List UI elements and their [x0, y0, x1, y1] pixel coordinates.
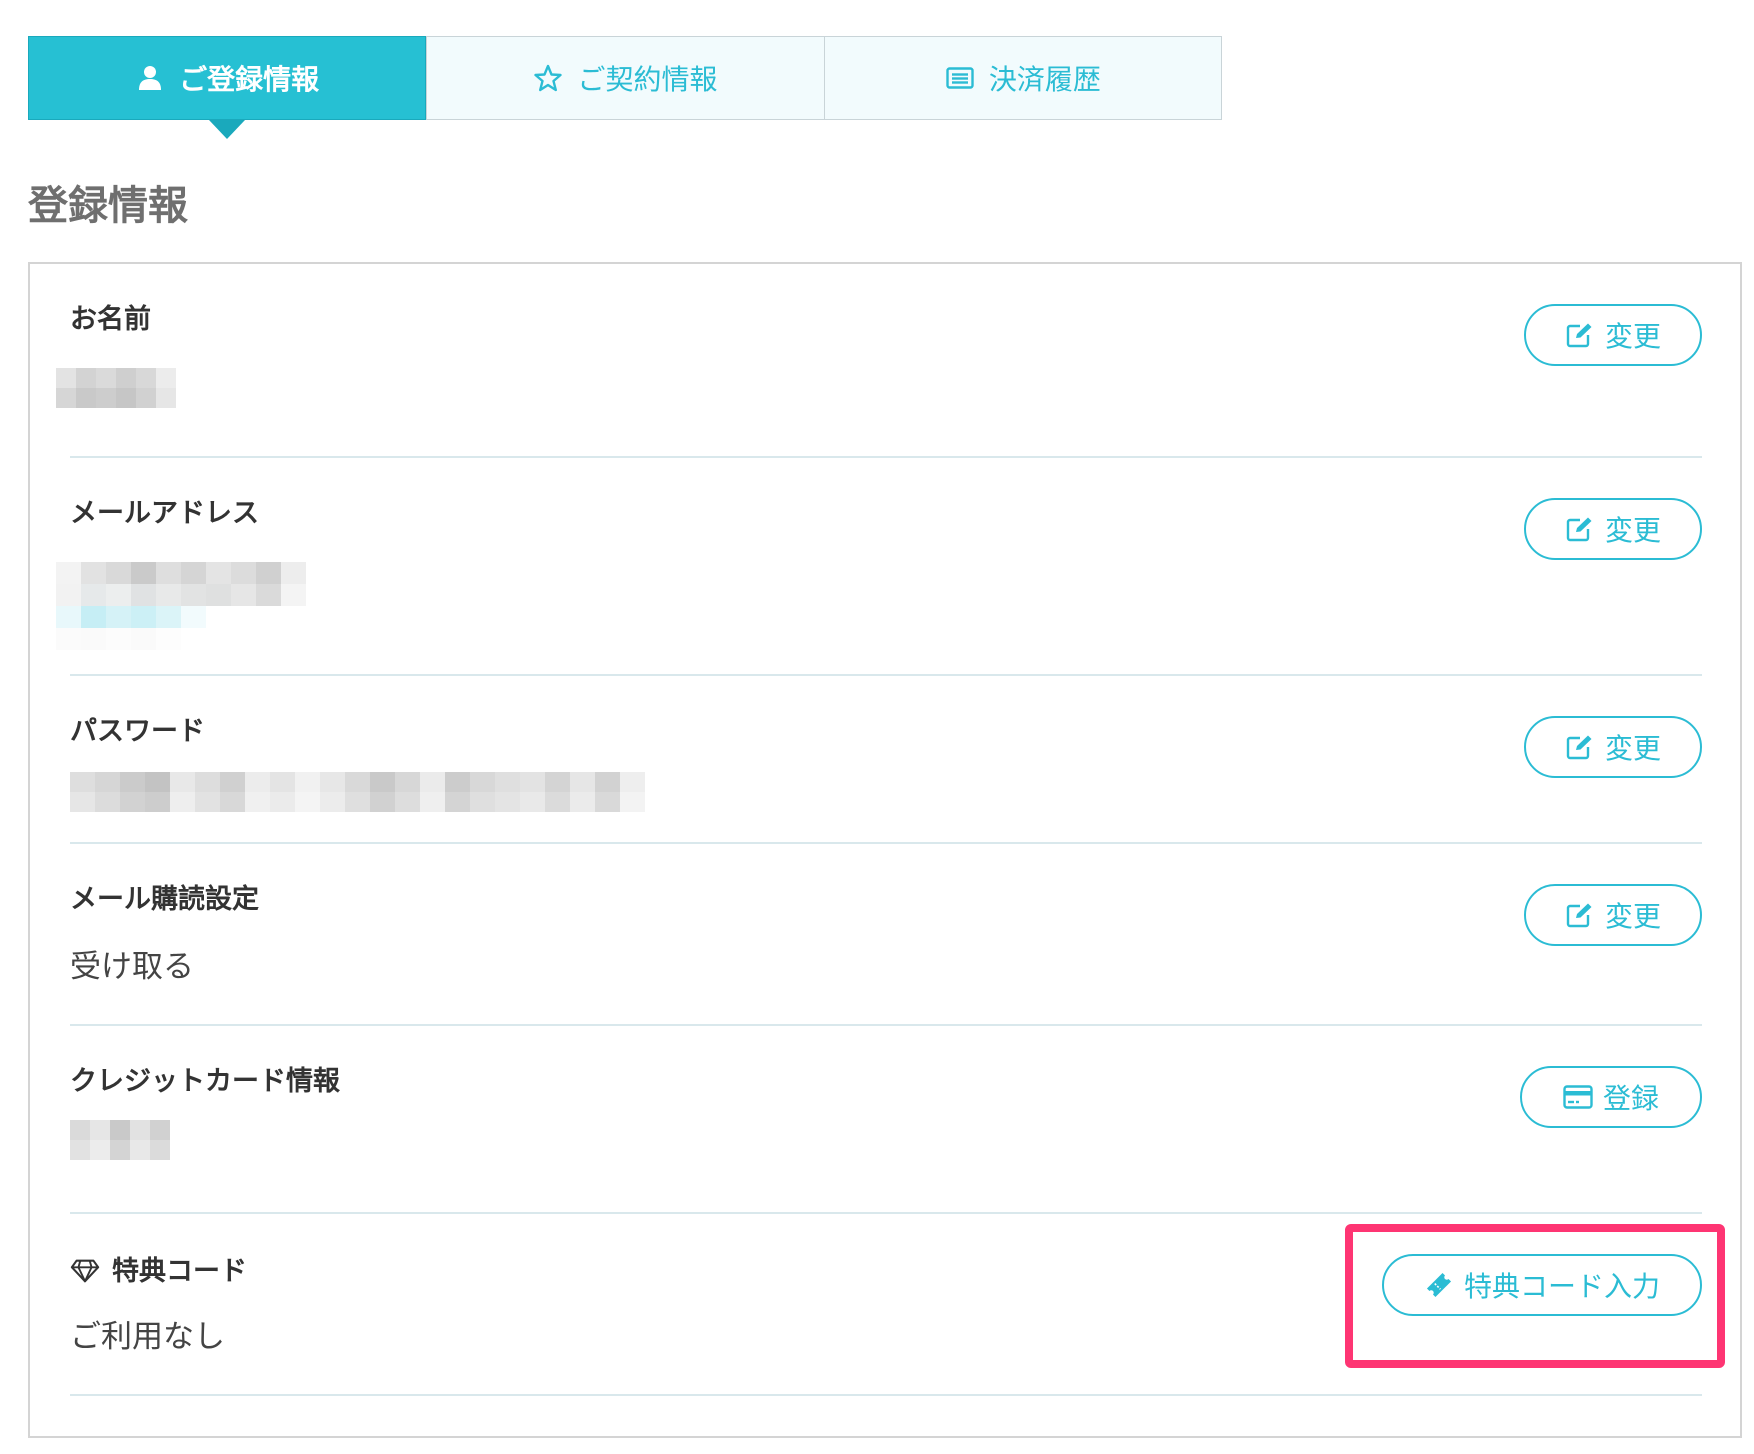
mail-subscription-label: メール購読設定 — [70, 886, 259, 913]
credit-card-label-text: クレジットカード情報 — [70, 1066, 340, 1097]
list-icon — [945, 63, 975, 93]
credit-card-value-redacted — [70, 1120, 170, 1160]
email-row: メールアドレス 変更 — [56, 458, 1702, 676]
edit-icon — [1565, 320, 1595, 350]
diamond-icon — [70, 1256, 100, 1286]
email-value-redacted — [56, 562, 306, 650]
credit-card-icon — [1563, 1082, 1593, 1112]
email-label: メールアドレス — [70, 500, 259, 527]
email-change-button[interactable]: 変更 — [1524, 498, 1702, 560]
password-change-button[interactable]: 変更 — [1524, 716, 1702, 778]
name-row: お名前 変更 — [56, 264, 1702, 458]
password-row: パスワード 変更 — [70, 676, 1702, 844]
tab-label: 決済履歴 — [988, 63, 1101, 96]
ticket-icon — [1424, 1270, 1454, 1300]
coupon-row: 特典コード ご利用なし 特典コード入力 — [70, 1214, 1702, 1396]
mail-subscription-row: メール購読設定 受け取る 変更 — [70, 844, 1702, 1026]
button-label: 登録 — [1602, 1082, 1659, 1115]
edit-icon — [1565, 900, 1595, 930]
tab-label: ご契約情報 — [577, 63, 718, 96]
mail-subscription-label-text: メール購読設定 — [70, 884, 259, 915]
registration-info-card: お名前 変更 メールアドレス 変更 パスワード 変更 メール購読設定 受け取る … — [28, 262, 1742, 1438]
coupon-label: 特典コード — [70, 1256, 247, 1286]
credit-card-row: クレジットカード情報 登録 — [70, 1026, 1702, 1214]
name-value-redacted — [56, 368, 176, 408]
coupon-label-text: 特典コード — [112, 1255, 247, 1287]
button-label: 特典コード入力 — [1463, 1270, 1660, 1303]
name-label-text: お名前 — [70, 304, 151, 335]
star-icon — [533, 63, 563, 93]
coupon-code-input-button[interactable]: 特典コード入力 — [1382, 1254, 1702, 1316]
email-label-text: メールアドレス — [70, 498, 259, 529]
password-label-text: パスワード — [70, 716, 205, 747]
credit-card-register-button[interactable]: 登録 — [1520, 1066, 1702, 1128]
button-label: 変更 — [1604, 514, 1661, 547]
button-label: 変更 — [1604, 900, 1661, 933]
credit-card-label: クレジットカード情報 — [70, 1068, 340, 1095]
coupon-value: ご利用なし — [70, 1319, 225, 1355]
button-label: 変更 — [1604, 732, 1661, 765]
page-title: 登録情報 — [28, 183, 188, 229]
password-value-redacted — [70, 772, 645, 812]
tab-label: ご登録情報 — [179, 63, 320, 96]
edit-icon — [1565, 514, 1595, 544]
tab-contract-info[interactable]: ご契約情報 — [426, 37, 823, 119]
tab-registration-info[interactable]: ご登録情報 — [28, 36, 427, 139]
user-icon — [135, 63, 165, 93]
password-label: パスワード — [70, 718, 205, 745]
name-label: お名前 — [70, 306, 151, 333]
account-tabs: ご登録情報 ご契約情報 決済履歴 — [28, 36, 1222, 139]
tab-payment-history[interactable]: 決済履歴 — [823, 37, 1221, 119]
button-label: 変更 — [1604, 320, 1661, 353]
edit-icon — [1565, 732, 1595, 762]
name-change-button[interactable]: 変更 — [1524, 304, 1702, 366]
mail-subscription-change-button[interactable]: 変更 — [1524, 884, 1702, 946]
mail-subscription-value: 受け取る — [70, 949, 194, 985]
